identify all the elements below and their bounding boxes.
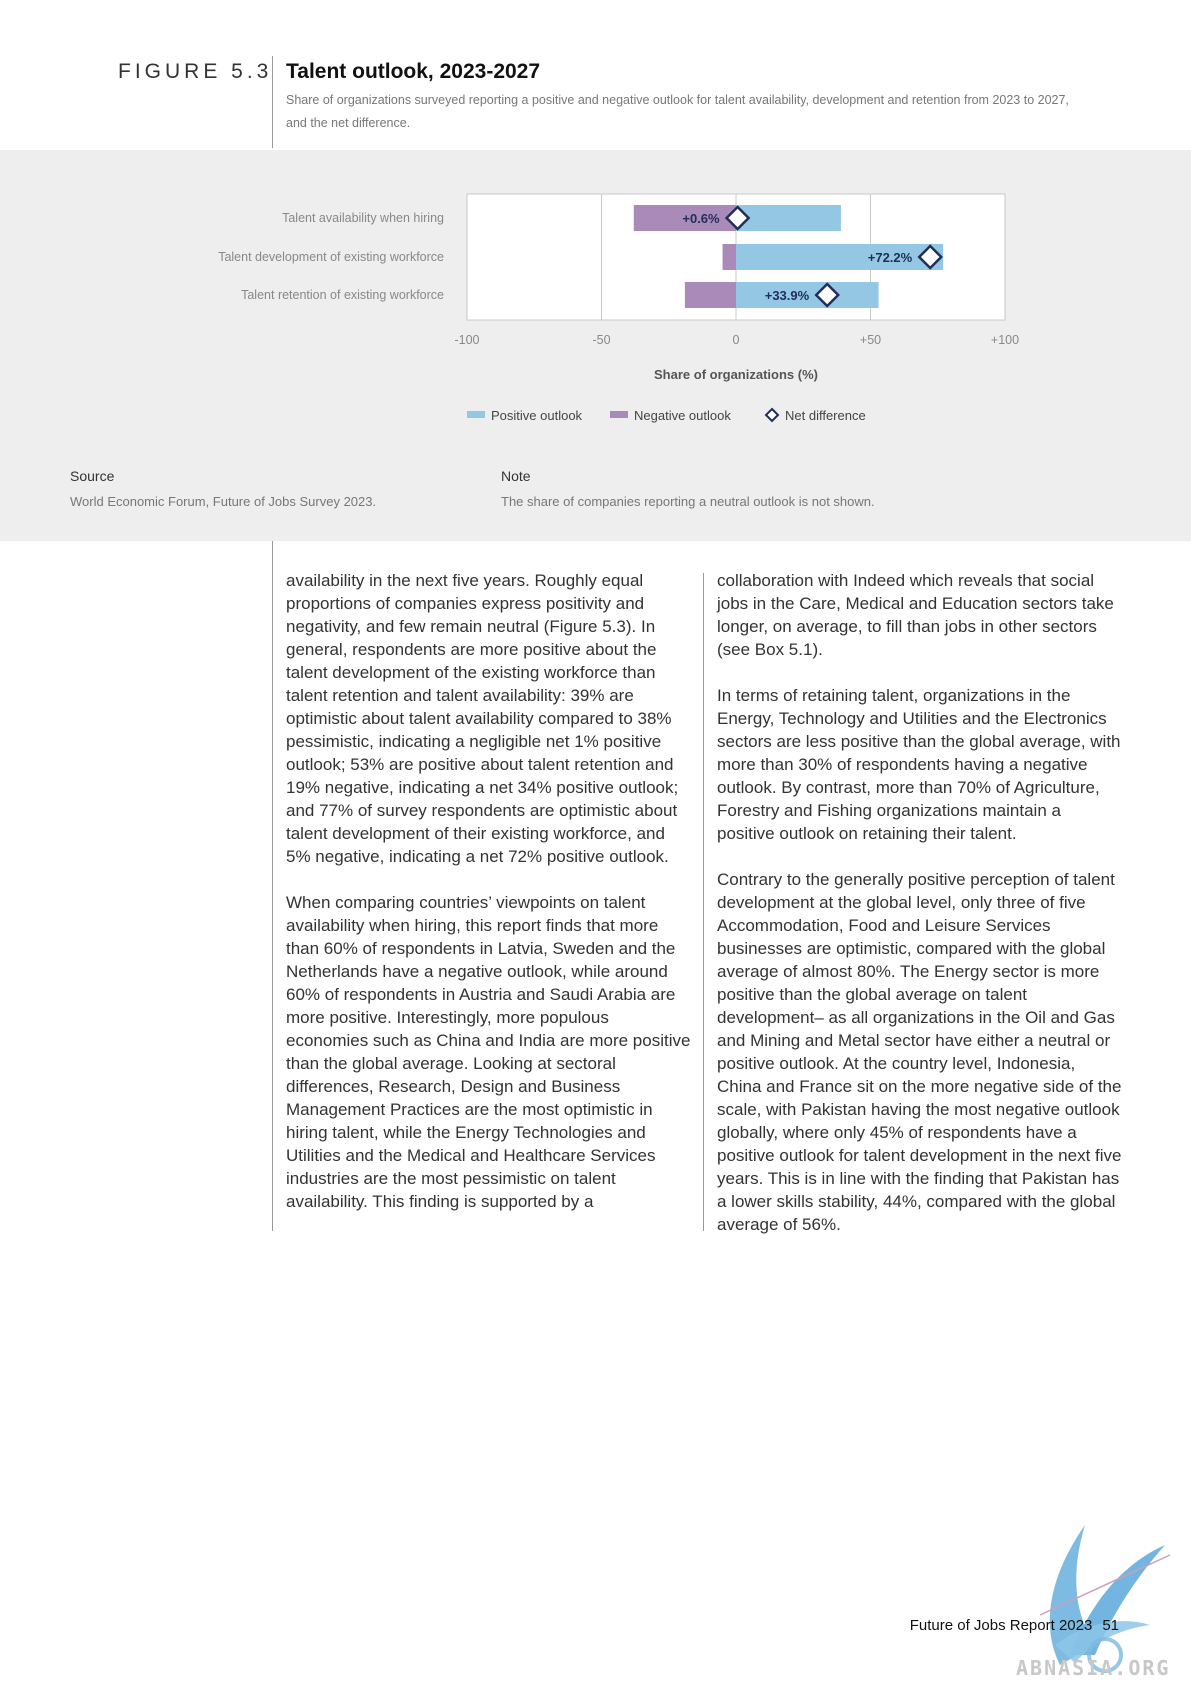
legend-negative-label: Negative outlook [634,408,731,423]
negative-outlook-bar [684,282,736,308]
category-label: Talent availability when hiring [282,211,444,225]
watermark-text: ABNASIA.ORG [1016,1656,1171,1680]
net-difference-label: +0.6% [682,211,720,226]
body-paragraph: availability in the next five years. Rou… [286,571,679,866]
legend-net-label: Net difference [785,408,866,423]
negative-outlook-bar [722,244,736,270]
source-text: World Economic Forum, Future of Jobs Sur… [70,494,377,509]
chart-panel: +0.6% +72.2% +33.9% Talent availability wh… [0,150,1191,541]
page-footer: Future of Jobs Report 2023 51 [910,1617,1119,1634]
body-paragraph: Contrary to the generally positive perce… [717,870,1122,1234]
report-name: Future of Jobs Report 2023 [909,1617,1093,1634]
source-block: Source World Economic Forum, Future of J… [70,468,376,509]
source-label: Source [70,468,115,484]
body-paragraph: collaboration with Indeed which reveals … [717,571,1114,659]
x-tick-label: -100 [454,333,479,347]
x-tick-label: +50 [860,333,881,347]
net-difference-label: +72.2% [868,250,913,265]
abnasia-logo [1039,1525,1171,1673]
legend-positive-swatch [467,411,485,418]
body-column-right: collaboration with Indeed which reveals … [717,569,1122,1259]
legend-positive-label: Positive outlook [491,408,583,423]
figure-divider [272,56,273,148]
figure-label: FIGURE 5.3 [118,60,273,83]
figure-subtitle: Share of organizations surveyed reportin… [286,93,1069,130]
legend-net-marker [764,407,780,423]
category-label: Talent retention of existing workforce [241,288,444,302]
note-text: The share of companies reporting a neutr… [501,494,875,509]
x-tick-label: 0 [733,333,740,347]
net-difference-label: +33.9% [765,288,810,303]
x-tick-label: -50 [592,333,610,347]
body-paragraph: In terms of retaining talent, organizati… [717,686,1121,843]
positive-outlook-bar [736,205,841,231]
left-column-rule [272,541,273,1231]
category-label: Talent development of existing workforce [218,250,444,264]
figure-title: Talent outlook, 2023-2027 [286,60,541,83]
legend-negative-swatch [610,411,628,418]
note-label: Note [501,468,531,484]
x-axis-title: Share of organizations (%) [654,367,818,382]
note-block: Note The share of companies reporting a … [501,468,875,509]
body-paragraph: When comparing countries’ viewpoints on … [286,893,691,1211]
x-tick-label: +100 [991,333,1019,347]
right-column-rule [703,573,704,1231]
page-number: 51 [1102,1617,1119,1634]
body-column-left: availability in the next five years. Rou… [286,569,691,1236]
